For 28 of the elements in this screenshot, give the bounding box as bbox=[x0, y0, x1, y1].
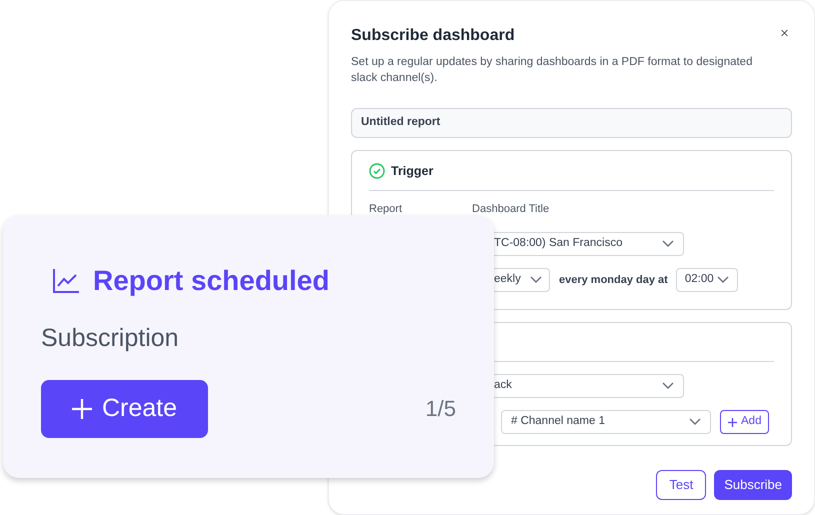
field-value: Dashboard Title bbox=[472, 202, 550, 217]
chevron-down-icon bbox=[530, 276, 542, 284]
chevron-down-icon bbox=[716, 276, 729, 284]
test-button[interactable]: Test bbox=[656, 470, 706, 500]
dialog-title: Subscribe dashboard bbox=[351, 26, 516, 46]
channel-select[interactable]: # Channel name 1 bbox=[501, 410, 711, 434]
field-label: Report bbox=[369, 202, 402, 217]
subscribe-button[interactable]: Subscribe bbox=[714, 470, 792, 500]
chevron-down-icon bbox=[662, 240, 674, 248]
page-counter: 1/5 bbox=[425, 395, 456, 423]
create-button[interactable]: Create bbox=[41, 380, 208, 438]
chevron-down-icon bbox=[689, 418, 701, 426]
plus-icon bbox=[728, 418, 737, 426]
section-title: Trigger bbox=[391, 162, 434, 180]
plus-icon bbox=[72, 398, 92, 418]
schedule-text: every monday day at bbox=[559, 272, 668, 288]
card-title: Report scheduled bbox=[93, 264, 330, 298]
line-chart-icon bbox=[53, 269, 79, 293]
check-circle-icon bbox=[369, 163, 385, 179]
card-subtitle: Subscription bbox=[41, 323, 180, 354]
time-select[interactable]: 02:00 bbox=[676, 268, 738, 292]
dialog-description: Set up a regular updates by sharing dashboards in a PDF format to designated slack channel(s). bbox=[351, 55, 754, 86]
close-icon[interactable] bbox=[781, 27, 788, 39]
add-button[interactable]: Add bbox=[720, 410, 770, 434]
report-name-field[interactable]: Untitled report bbox=[351, 108, 792, 138]
timezone-select[interactable]: TC-08:00) San Francisco bbox=[494, 232, 684, 256]
chevron-down-icon bbox=[662, 382, 674, 390]
platform-select[interactable]: ack bbox=[494, 374, 684, 398]
